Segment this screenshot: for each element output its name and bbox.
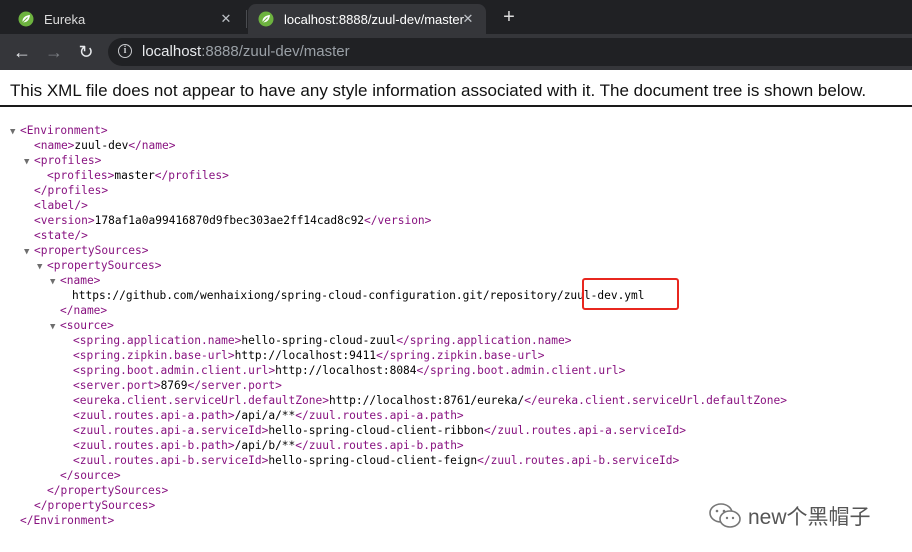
xml-tag: </spring.boot.admin.client.url> [416,364,626,377]
xml-tag: </name> [128,139,176,152]
tab-zuul-dev[interactable]: localhost:8888/zuul-dev/master ✕ [248,4,486,34]
xml-tag: </eureka.client.serviceUrl.defaultZone> [524,394,787,407]
xml-tag: <eureka.client.serviceUrl.defaultZone> [73,394,329,407]
xml-tag: </spring.application.name> [396,334,572,347]
xml-tag: <profiles> [47,169,115,182]
xml-style-notice: This XML file does not appear to have an… [10,81,867,100]
xml-text: 8769 [160,379,188,392]
xml-tag: <name> [60,274,101,287]
xml-tag: <propertySources> [47,259,162,272]
xml-text: /api/a/** [234,409,296,422]
xml-text: master [114,169,155,182]
xml-tag: </zuul.routes.api-b.serviceId> [477,454,680,467]
close-tab-icon[interactable]: ✕ [460,11,476,27]
collapse-triangle-icon[interactable]: ▼ [37,260,47,275]
xml-tag: <label/> [34,199,88,212]
xml-tag: </profiles> [154,169,229,182]
xml-text: http://localhost:8761/eureka/ [328,394,525,407]
wechat-icon [709,503,741,528]
xml-tag: <spring.boot.admin.client.url> [73,364,276,377]
xml-tag: <zuul.routes.api-a.path> [73,409,235,422]
xml-text: hello-spring-cloud-client-feign [268,454,478,467]
xml-tag: <state/> [34,229,88,242]
xml-tag: </zuul.routes.api-a.serviceId> [483,424,686,437]
xml-tag: </propertySources> [34,499,156,512]
url-host: localhost [142,43,202,60]
tab-title: localhost:8888/zuul-dev/master [284,11,464,27]
tab-bar: Eureka ✕ localhost:8888/zuul-dev/master … [0,0,912,34]
url-text[interactable]: localhost:8888/zuul-dev/master [142,43,350,60]
xml-tag: </Environment> [20,514,115,527]
watermark-text: new个黑帽子 [748,506,871,529]
xml-tag: <zuul.routes.api-b.serviceId> [73,454,269,467]
new-tab-button[interactable]: + [498,6,520,28]
xml-tag: </zuul.routes.api-b.path> [295,439,464,452]
xml-text: 178af1a0a99416870d9fbec303ae2ff14cad8c92 [94,214,365,227]
browser-toolbar: ← → ↻ i localhost:8888/zuul-dev/master [0,34,912,70]
xml-tag: </source> [60,469,121,482]
xml-tag: <version> [34,214,95,227]
xml-tag: <spring.zipkin.base-url> [73,349,235,362]
xml-text: http://localhost:9411 [234,349,377,362]
collapse-triangle-icon[interactable]: ▼ [24,245,34,260]
reload-button[interactable]: ↻ [76,42,96,62]
xml-text: /api/b/** [234,439,296,452]
xml-tag: <propertySources> [34,244,149,257]
forward-button[interactable]: → [44,42,64,62]
xml-tag: <source> [60,319,114,332]
address-bar[interactable]: i localhost:8888/zuul-dev/master [108,38,912,66]
tab-separator [246,10,247,28]
watermark: new个黑帽子 [708,501,871,531]
xml-tag: </propertySources> [47,484,169,497]
collapse-triangle-icon[interactable]: ▼ [24,155,34,170]
xml-tag: </version> [364,214,432,227]
url-path: :8888/zuul-dev/master [201,43,350,60]
xml-text: hello-spring-cloud-client-ribbon [268,424,484,437]
xml-tag: <server.port> [73,379,161,392]
collapse-triangle-icon[interactable]: ▼ [50,275,60,290]
collapse-triangle-icon[interactable]: ▼ [10,125,20,140]
xml-text: http://localhost:8084 [275,364,417,377]
xml-tag: <Environment> [20,124,108,137]
divider [0,105,912,107]
xml-tag: <name> [34,139,75,152]
xml-text: https://github.com/wenhaixiong/spring-cl… [72,289,564,302]
xml-tag: <zuul.routes.api-b.path> [73,439,235,452]
tab-eureka[interactable]: Eureka ✕ [8,4,244,34]
info-icon[interactable]: i [118,44,132,58]
spring-leaf-icon [18,11,34,27]
spring-leaf-icon [258,11,274,27]
tab-title: Eureka [44,11,86,27]
xml-text: hello-spring-cloud-zuul [241,334,397,347]
xml-tag: </profiles> [34,184,109,197]
xml-tag: </spring.zipkin.base-url> [376,349,545,362]
xml-tree: ▼ <Environment> <name>zuul-dev</name> ▼ <p… [0,123,787,528]
highlight-box [582,278,679,310]
back-button[interactable]: ← [12,42,32,62]
xml-tag: </name> [60,304,108,317]
xml-tag: <profiles> [34,154,102,167]
xml-tag: <spring.application.name> [73,334,242,347]
close-tab-icon[interactable]: ✕ [218,11,234,27]
xml-tag: </server.port> [187,379,282,392]
xml-tag: <zuul.routes.api-a.serviceId> [73,424,269,437]
xml-tag: </zuul.routes.api-a.path> [295,409,464,422]
collapse-triangle-icon[interactable]: ▼ [50,320,60,335]
xml-text: zuul-dev [74,139,129,152]
